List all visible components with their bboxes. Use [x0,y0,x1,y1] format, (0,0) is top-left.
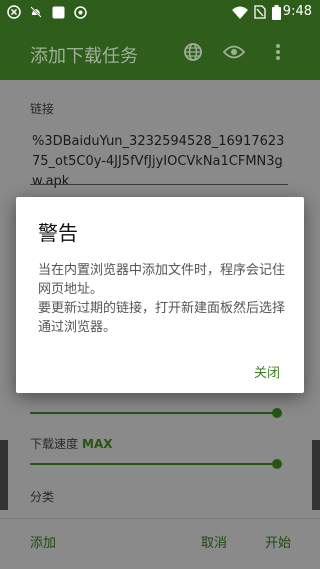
close-circle-icon [6,4,22,20]
clock: 9:48 [282,4,312,19]
speed-label: 下载速度 MAX [30,437,113,451]
notification-off-icon [28,4,44,20]
dialog-message: 当在内置浏览器中添加文件时，程序会记住网页地址。 要更新过期的链接，打开新建面板… [38,263,286,335]
page-title: 添加下载任务 [30,46,138,67]
eye-icon[interactable] [222,40,246,64]
right-edge-strip [312,440,320,510]
no-sim-icon [252,4,268,20]
left-edge-strip [0,440,8,510]
dialog-title: 警告 [38,221,78,245]
more-vert-icon[interactable] [266,40,290,64]
globe-icon[interactable] [181,40,205,64]
category-label: 分类 [30,490,55,504]
cancel-button[interactable]: 取消 [201,532,227,551]
add-button[interactable]: 添加 [30,532,56,551]
thread-slider-track[interactable] [30,412,278,414]
app-toolbar: 添加下载任务 [0,24,320,80]
thread-slider-thumb[interactable] [272,408,282,418]
link-input[interactable]: %3DBaiduYun_3232594528_1691762375_ot5C0y… [32,132,290,192]
speed-slider-thumb[interactable] [272,459,282,469]
link-input-underline [30,184,288,185]
start-button[interactable]: 开始 [265,532,291,551]
square-icon [50,4,66,20]
battery-icon [268,4,284,20]
close-button[interactable]: 关闭 [254,362,280,381]
shield-icon [72,4,88,20]
speed-slider-track[interactable] [30,463,278,465]
speed-value: MAX [82,437,113,451]
bottom-action-bar: 添加 取消 开始 [0,518,320,569]
warning-dialog: 警告 当在内置浏览器中添加文件时，程序会记住网页地址。 要更新过期的链接，打开新… [16,197,304,393]
link-label: 链接 [30,102,55,116]
status-bar: 9:48 [0,0,320,24]
wifi-icon [232,4,248,20]
